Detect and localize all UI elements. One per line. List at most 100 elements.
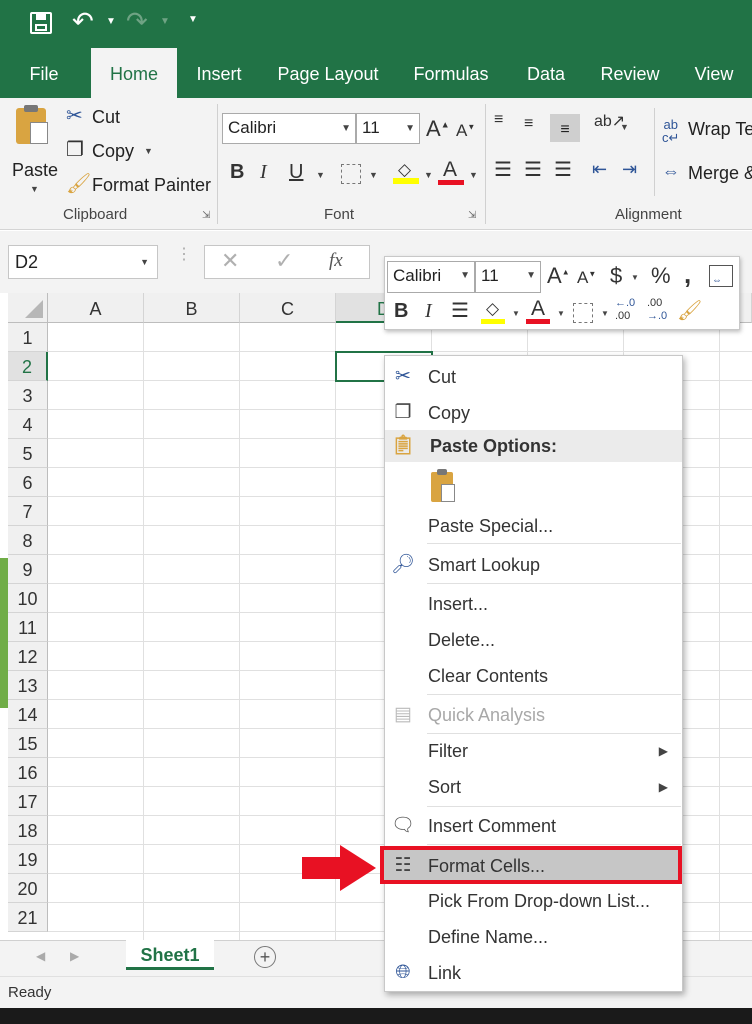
menu-item-paste-special[interactable]: Paste Special... — [385, 508, 682, 544]
row-header-3[interactable]: 3 — [8, 381, 48, 410]
row-header-11[interactable]: 11 — [8, 613, 48, 642]
grow-font-icon[interactable]: A▲ — [426, 118, 450, 140]
redo-dropdown-icon[interactable]: ▼ — [160, 16, 170, 27]
grow-font-icon[interactable]: A▲ — [547, 265, 570, 287]
mini-font-name-combo[interactable]: Calibri ▼ — [387, 261, 475, 293]
row-header-18[interactable]: 18 — [8, 816, 48, 845]
shrink-font-icon[interactable]: A▼ — [577, 269, 596, 286]
row-header-20[interactable]: 20 — [8, 874, 48, 903]
row-header-15[interactable]: 15 — [8, 729, 48, 758]
row-header-12[interactable]: 12 — [8, 642, 48, 671]
chevron-down-icon[interactable]: ▼ — [620, 122, 629, 132]
tab-file[interactable]: File — [14, 48, 74, 98]
column-header-a[interactable]: A — [48, 293, 144, 323]
chevron-down-icon[interactable]: ▼ — [369, 170, 378, 180]
row-header-1[interactable]: 1 — [8, 323, 48, 352]
align-left-icon[interactable]: ☰ — [494, 160, 512, 180]
row-header-19[interactable]: 19 — [8, 845, 48, 874]
row-header-8[interactable]: 8 — [8, 526, 48, 555]
wrap-text-button[interactable]: ab c↵ Wrap Te — [662, 116, 752, 144]
menu-item-cut[interactable]: ✂ Cut — [385, 359, 682, 395]
tab-page-layout[interactable]: Page Layout — [270, 48, 386, 98]
italic-icon[interactable]: I — [425, 301, 432, 321]
tab-view[interactable]: View — [684, 48, 744, 98]
tab-formulas[interactable]: Formulas — [404, 48, 498, 98]
row-header-10[interactable]: 10 — [8, 584, 48, 613]
increase-decimal-icon[interactable]: ←.0.00 — [615, 297, 643, 327]
menu-item-link[interactable]: 🌐︎ Link — [385, 955, 682, 991]
currency-icon[interactable]: $ — [610, 265, 622, 287]
menu-item-pick-from-list[interactable]: Pick From Drop-down List... — [385, 883, 682, 919]
row-header-7[interactable]: 7 — [8, 497, 48, 526]
align-right-icon[interactable]: ☰ — [554, 160, 572, 180]
fill-color-icon[interactable]: ◇ — [393, 158, 419, 186]
menu-item-delete[interactable]: Delete... — [385, 622, 682, 658]
center-align-icon[interactable]: ☰ — [451, 301, 469, 321]
decrease-indent-icon[interactable]: ⇤ — [592, 160, 607, 178]
row-header-14[interactable]: 14 — [8, 700, 48, 729]
chevron-down-icon[interactable]: ▼ — [631, 273, 639, 282]
underline-icon[interactable]: U — [289, 162, 303, 182]
scroll-right-icon[interactable]: ▶ — [70, 949, 79, 963]
row-header-4[interactable]: 4 — [8, 410, 48, 439]
chevron-down-icon[interactable]: ▼ — [316, 170, 325, 180]
sheet-tab-sheet1[interactable]: Sheet1 — [126, 940, 214, 970]
wrap-icon[interactable]: ⇔ — [709, 265, 733, 287]
borders-icon[interactable] — [573, 303, 593, 323]
menu-item-copy[interactable]: ❐ Copy — [385, 395, 682, 431]
bold-icon[interactable]: B — [394, 301, 408, 321]
chevron-down-icon[interactable]: ▼ — [557, 309, 565, 318]
copy-button[interactable]: ❐ Copy ▼ — [64, 138, 204, 166]
font-name-combo[interactable]: Calibri ▼ — [222, 113, 356, 144]
menu-item-filter[interactable]: Filter ▶ — [385, 733, 682, 769]
redo-icon[interactable]: ↷ — [126, 6, 148, 37]
mini-font-size-combo[interactable]: 11 ▼ — [475, 261, 541, 293]
italic-icon[interactable]: I — [260, 162, 267, 182]
menu-item-insert-comment[interactable]: 🗨︎ Insert Comment — [385, 808, 682, 844]
paste-option-keep-formatting[interactable] — [429, 469, 463, 506]
customize-icon[interactable]: ▼ — [188, 14, 198, 25]
percent-icon[interactable]: % — [651, 265, 671, 287]
save-icon[interactable] — [30, 12, 52, 34]
menu-item-clear-contents[interactable]: Clear Contents — [385, 658, 682, 694]
row-header-17[interactable]: 17 — [8, 787, 48, 816]
align-center-icon[interactable]: ☰ — [524, 160, 542, 180]
dialog-launcher-icon[interactable]: ⇲ — [202, 210, 210, 221]
row-header-2[interactable]: 2 — [8, 352, 48, 381]
borders-icon[interactable] — [341, 164, 361, 184]
increase-indent-icon[interactable]: ⇥ — [622, 160, 637, 178]
decrease-decimal-icon[interactable]: .00 →.0 — [647, 297, 675, 327]
tab-review[interactable]: Review — [592, 48, 668, 98]
undo-dropdown-icon[interactable]: ▼ — [106, 16, 116, 27]
merge-button[interactable]: ⇔ Merge & — [662, 160, 752, 188]
bold-icon[interactable]: B — [230, 162, 244, 182]
row-header-9[interactable]: 9 — [8, 555, 48, 584]
row-header-5[interactable]: 5 — [8, 439, 48, 468]
name-box[interactable]: D2 ▼ — [8, 245, 158, 279]
row-header-16[interactable]: 16 — [8, 758, 48, 787]
shrink-font-icon[interactable]: A▼ — [456, 122, 475, 139]
format-painter-button[interactable]: 🖌︎ Format Painter — [64, 172, 214, 200]
row-header-13[interactable]: 13 — [8, 671, 48, 700]
tab-insert[interactable]: Insert — [186, 48, 252, 98]
cancel-icon[interactable]: ✕ — [221, 248, 239, 274]
font-color-icon[interactable]: A — [438, 158, 464, 186]
tab-data[interactable]: Data — [516, 48, 576, 98]
dialog-launcher-icon[interactable]: ⇲ — [468, 210, 476, 221]
chevron-down-icon[interactable]: ▼ — [512, 309, 520, 318]
chevron-down-icon[interactable]: ▼ — [424, 170, 433, 180]
font-size-combo[interactable]: 11 ▼ — [356, 113, 420, 144]
add-sheet-icon[interactable]: + — [254, 946, 276, 968]
enter-icon[interactable]: ✓ — [275, 248, 293, 274]
align-middle-icon[interactable]: ≡ — [524, 116, 533, 132]
column-header-c[interactable]: C — [240, 293, 336, 323]
cut-button[interactable]: ✂ Cut — [64, 104, 204, 132]
format-painter-icon[interactable]: 🖌︎ — [677, 301, 702, 321]
menu-item-define-name[interactable]: Define Name... — [385, 919, 682, 955]
select-all-corner[interactable] — [8, 293, 48, 323]
insert-function-icon[interactable]: fx — [329, 250, 343, 272]
align-top-icon[interactable]: ≡ — [494, 112, 503, 128]
font-color-icon[interactable]: A — [526, 297, 552, 325]
chevron-down-icon[interactable]: ▼ — [469, 170, 478, 180]
align-bottom-icon[interactable]: ≡ — [550, 114, 580, 142]
